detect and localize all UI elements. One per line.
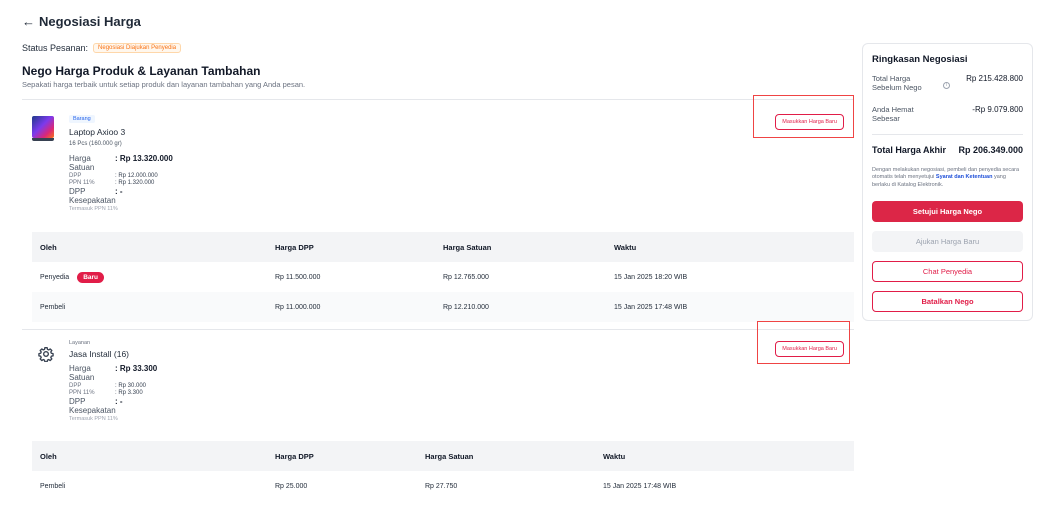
highlight-box bbox=[757, 321, 850, 364]
item-card-service: Layanan Jasa Install (16) Harga Satuan :… bbox=[22, 329, 854, 525]
col-harga-satuan: Harga Satuan bbox=[425, 451, 474, 461]
col-harga-satuan: Harga Satuan bbox=[443, 242, 492, 252]
dpp-value: : Rp 12.000.000 bbox=[115, 173, 158, 179]
ppn-value: : Rp 1.320.000 bbox=[115, 180, 155, 186]
harga-satuan-label: Harga Satuan bbox=[69, 364, 95, 382]
table-row: Pembeli Rp 25.000 Rp 27.750 15 Jan 2025 … bbox=[32, 471, 854, 501]
terms-link[interactable]: Syarat dan Ketentuan bbox=[936, 174, 993, 180]
row-dpp: Rp 25.000 bbox=[275, 482, 308, 490]
saving-label: Anda Hemat Sebesar bbox=[872, 105, 914, 124]
dpp-kesepakatan-value: : - bbox=[115, 187, 123, 196]
row-oleh: Pembeli bbox=[40, 482, 66, 490]
summary-title: Ringkasan Negosiasi bbox=[872, 54, 968, 65]
dpp-kesepakatan-value: : - bbox=[115, 397, 123, 406]
before-value: Rp 215.428.800 bbox=[966, 74, 1023, 83]
total-value: Rp 206.349.000 bbox=[958, 145, 1023, 155]
dpp-kesepakatan-label: DPP Kesepakatan bbox=[69, 187, 116, 205]
item-type-badge: Barang bbox=[69, 115, 95, 123]
col-harga-dpp: Harga DPP bbox=[275, 242, 314, 252]
price-breakdown: Harga Satuan : Rp 13.320.000 DPP : Rp 12… bbox=[69, 154, 173, 205]
section-title: Nego Harga Produk & Layanan Tambahan bbox=[22, 64, 261, 78]
summary-divider bbox=[872, 134, 1023, 135]
dpp-value: : Rp 30.000 bbox=[115, 383, 147, 389]
status-label: Status Pesanan: bbox=[22, 43, 89, 53]
cancel-nego-button[interactable]: Batalkan Nego bbox=[872, 291, 1023, 312]
dpp-label: DPP bbox=[69, 173, 82, 179]
table-header: Oleh Harga DPP Harga Satuan Waktu bbox=[32, 441, 854, 471]
row-dpp: Rp 11.500.000 bbox=[275, 273, 321, 281]
row-satuan: Rp 12.210.000 bbox=[443, 303, 489, 311]
page-title: Negosiasi Harga bbox=[39, 14, 141, 29]
service-name: Jasa Install (16) bbox=[69, 349, 129, 359]
negotiation-summary: Ringkasan Negosiasi Total Harga Sebelum … bbox=[862, 43, 1033, 321]
harga-satuan-value: : Rp 13.320.000 bbox=[115, 154, 173, 163]
chat-provider-button[interactable]: Chat Penyedia bbox=[872, 261, 1023, 282]
product-image bbox=[32, 116, 54, 141]
table-row: Pembeli Rp 11.000.000 Rp 12.210.000 15 J… bbox=[32, 292, 854, 322]
status-badge: Negosiasi Diajukan Penyedia bbox=[93, 43, 182, 53]
col-waktu: Waktu bbox=[603, 451, 626, 461]
row-waktu: 15 Jan 2025 17:48 WIB bbox=[614, 303, 688, 311]
negotiation-table: Oleh Harga DPP Harga Satuan Waktu Pembel… bbox=[32, 441, 854, 501]
row-dpp: Rp 11.000.000 bbox=[275, 303, 321, 311]
section-subtitle: Sepakati harga terbaik untuk setiap prod… bbox=[22, 80, 306, 89]
summary-saving: Anda Hemat Sebesar -Rp 9.079.800 bbox=[872, 105, 1023, 124]
propose-new-price-button[interactable]: Ajukan Harga Baru bbox=[872, 231, 1023, 252]
table-row: Penyedia Baru Rp 11.500.000 Rp 12.765.00… bbox=[32, 262, 854, 292]
summary-total: Total Harga Akhir Rp 206.349.000 bbox=[872, 145, 1023, 155]
product-name: Laptop Axioo 3 bbox=[69, 127, 126, 137]
harga-satuan-value: : Rp 33.300 bbox=[115, 364, 158, 373]
back-link[interactable]: ← Negosiasi Harga bbox=[22, 14, 141, 29]
table-header: Oleh Harga DPP Harga Satuan Waktu bbox=[32, 232, 854, 262]
row-oleh: Pembeli bbox=[40, 303, 66, 311]
gear-icon bbox=[38, 347, 54, 362]
before-label: Total Harga Sebelum Nego bbox=[872, 74, 922, 93]
saving-value: -Rp 9.079.800 bbox=[972, 105, 1023, 114]
col-waktu: Waktu bbox=[614, 242, 637, 252]
tax-note: Termasuk PPN 11% bbox=[69, 206, 118, 212]
tax-note: Termasuk PPN 11% bbox=[69, 416, 118, 422]
product-qty: 16 Pcs (160.000 gr) bbox=[69, 141, 122, 147]
col-harga-dpp: Harga DPP bbox=[275, 451, 314, 461]
disclaimer-text: Dengan melakukan negosiasi, pembeli dan … bbox=[872, 167, 1023, 189]
ppn-value: : Rp 3.300 bbox=[115, 390, 143, 396]
arrow-left-icon: ← bbox=[22, 14, 35, 29]
col-oleh: Oleh bbox=[40, 242, 57, 252]
item-card-laptop: Barang Laptop Axioo 3 16 Pcs (160.000 gr… bbox=[22, 99, 854, 324]
row-satuan: Rp 12.765.000 bbox=[443, 273, 489, 281]
order-status: Status Pesanan: Negosiasi Diajukan Penye… bbox=[22, 43, 182, 53]
negotiation-table: Oleh Harga DPP Harga Satuan Waktu Penyed… bbox=[32, 232, 854, 322]
row-waktu: 15 Jan 2025 18:20 WIB bbox=[614, 273, 688, 281]
new-badge: Baru bbox=[77, 271, 105, 283]
info-icon[interactable]: i bbox=[943, 82, 950, 89]
dpp-label: DPP bbox=[69, 383, 82, 389]
highlight-box bbox=[753, 95, 854, 138]
row-waktu: 15 Jan 2025 17:48 WIB bbox=[603, 482, 677, 490]
total-label: Total Harga Akhir bbox=[872, 145, 947, 155]
harga-satuan-label: Harga Satuan bbox=[69, 154, 95, 172]
ppn-label: PPN 11% bbox=[69, 180, 95, 186]
dpp-kesepakatan-label: DPP Kesepakatan bbox=[69, 397, 116, 415]
col-oleh: Oleh bbox=[40, 451, 57, 461]
item-type-label: Layanan bbox=[69, 340, 91, 346]
ppn-label: PPN 11% bbox=[69, 390, 95, 396]
row-satuan: Rp 27.750 bbox=[425, 482, 458, 490]
row-oleh: Penyedia bbox=[40, 273, 70, 281]
approve-price-button[interactable]: Setujui Harga Nego bbox=[872, 201, 1023, 222]
price-breakdown: Harga Satuan : Rp 33.300 DPP : Rp 30.000… bbox=[69, 364, 157, 415]
